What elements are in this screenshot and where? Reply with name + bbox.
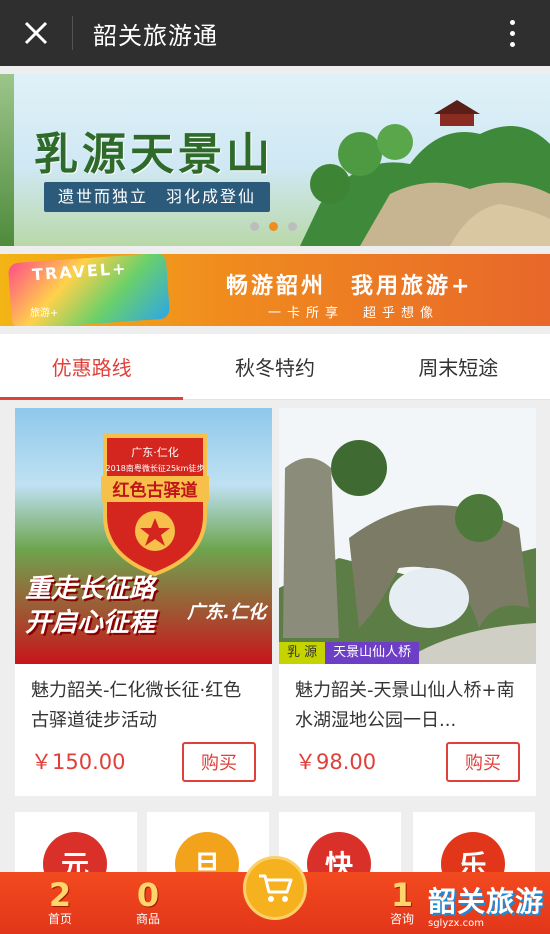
product-price: ￥150.00: [31, 750, 126, 774]
carousel-prev-slide-peek: [0, 74, 14, 246]
hero-carousel[interactable]: 乳源天景山 遗世而独立 羽化成登仙: [0, 74, 550, 246]
buy-button[interactable]: 购买: [182, 742, 256, 782]
carousel-indicator: [250, 222, 297, 231]
banner-slogan: 重走长征路 开启心征程: [25, 572, 155, 640]
badge-main-text: 红色古驿道: [113, 480, 198, 501]
carousel-dot[interactable]: [250, 222, 259, 231]
home-icon: 2: [48, 876, 72, 914]
topbar-divider: [72, 16, 73, 50]
product-image[interactable]: 乳 源 天景山仙人桥: [279, 408, 536, 664]
event-shield-badge: 广东·仁化 2018南粤微长征25km徒步 红色古驿道: [101, 434, 209, 576]
promo-banner[interactable]: TRAVEL+ 旅游+ 畅游韶州 我用旅游+ 一卡所享 超乎想像: [0, 254, 550, 326]
category-tabs: 优惠路线 秋冬特约 周末短途: [0, 334, 550, 400]
promo-slogan: 畅游韶州 我用旅游+: [226, 274, 473, 299]
page: 韶关旅游通 乳源天景山 遗世而独立 羽化成登仙 TRAVEL+ 旅游+ 畅游韶州…: [0, 0, 550, 934]
page-title: 韶关旅游通: [93, 21, 218, 50]
more-menu-button[interactable]: [492, 0, 532, 66]
badge-sub-text: 2018南粤微长征25km徒步: [106, 463, 205, 473]
banner-place: 广东.仁化: [187, 602, 266, 623]
product-name[interactable]: 魅力韶关-天景山仙人桥+南水湖湿地公园一日...: [295, 676, 523, 736]
product-image[interactable]: 广东·仁化 2018南粤微长征25km徒步 红色古驿道 重走长征路 开启心征程 …: [15, 408, 272, 664]
brand-name: 韶关旅游: [428, 885, 545, 918]
location-tag: 乳 源: [279, 642, 326, 664]
badge-top-text: 广东·仁化: [131, 445, 179, 459]
close-button[interactable]: [0, 0, 72, 66]
attraction-tag: 天景山仙人桥: [325, 642, 420, 664]
hero-tagline: 遗世而独立 羽化成登仙: [44, 182, 271, 212]
product-name[interactable]: 魅力韶关-仁化微长征·红色古驿道徒步活动: [31, 676, 259, 736]
nav-home-label: 首页: [47, 912, 72, 926]
close-icon: [24, 21, 48, 45]
product-card[interactable]: 广东·仁化 2018南粤微长征25km徒步 红色古驿道 重走长征路 开启心征程 …: [15, 408, 272, 796]
product-card[interactable]: 乳 源 天景山仙人桥 魅力韶关-天景山仙人桥+南水湖湿地公园一日... ￥98.…: [279, 408, 536, 796]
nav-goods-label: 商品: [135, 912, 160, 926]
tab-weekend-trips[interactable]: 周末短途: [367, 334, 550, 399]
carousel-dot[interactable]: [288, 222, 297, 231]
goods-icon: 0: [136, 876, 160, 914]
product-price: ￥98.00: [295, 750, 377, 774]
shopping-cart-icon: [259, 874, 293, 902]
stone-arch-photo: [279, 408, 536, 664]
hero-title: 乳源天景山: [34, 129, 274, 180]
nav-consult[interactable]: 1 咨询: [372, 878, 432, 926]
carousel-dot-active[interactable]: [269, 222, 278, 231]
more-dots-icon: [509, 19, 515, 25]
cart-button[interactable]: [243, 856, 307, 920]
product-tags: 乳 源 天景山仙人桥: [279, 642, 420, 664]
banner-line-2: 开启心征程: [25, 608, 156, 638]
top-nav-bar: 韶关旅游通: [0, 0, 550, 66]
banner-line-1: 重走长征路: [25, 574, 156, 604]
nav-goods[interactable]: 0 商品: [118, 878, 178, 926]
tab-autumn-winter[interactable]: 秋冬特约: [183, 334, 366, 399]
mountain-scene-illustration: [300, 100, 550, 246]
brand-watermark: 韶关旅游 sglyzx.com: [428, 880, 544, 929]
nav-home[interactable]: 2 首页: [30, 878, 90, 926]
travel-card-mini-label: 旅游+: [30, 308, 59, 319]
tab-discount-routes[interactable]: 优惠路线: [0, 334, 184, 400]
promo-subtitle: 一卡所享 超乎想像: [268, 306, 440, 321]
consult-icon: 1: [390, 876, 414, 914]
nav-consult-label: 咨询: [389, 912, 414, 926]
buy-button[interactable]: 购买: [446, 742, 520, 782]
